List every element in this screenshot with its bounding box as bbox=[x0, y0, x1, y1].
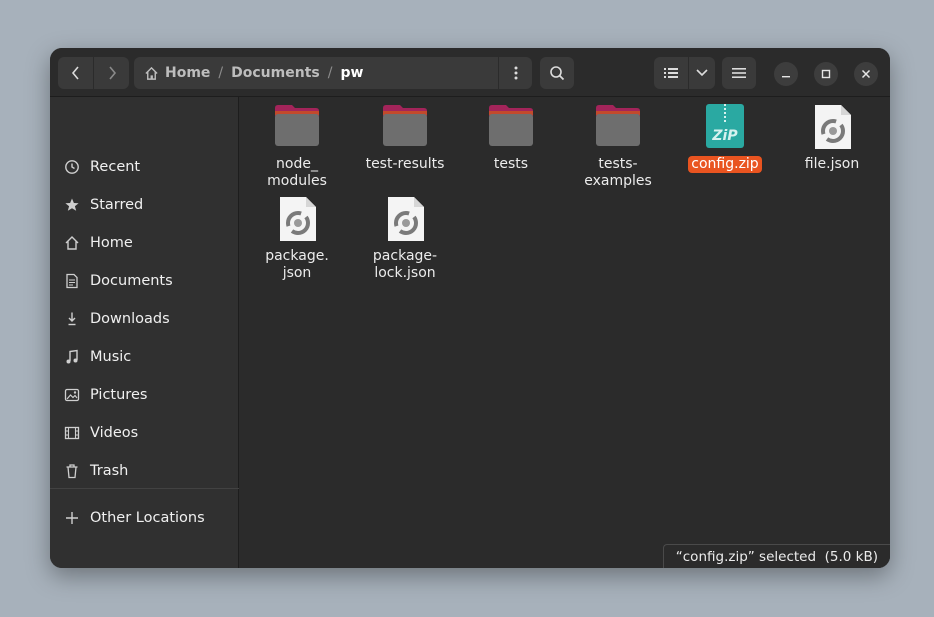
home-icon bbox=[145, 66, 158, 80]
breadcrumb-separator: / bbox=[327, 65, 333, 81]
sidebar-item-recent[interactable]: Recent bbox=[50, 148, 239, 186]
file-name: tests bbox=[493, 156, 529, 172]
search-button[interactable] bbox=[540, 57, 574, 89]
header-bar: Home / Documents / pw bbox=[50, 48, 890, 97]
search-icon bbox=[550, 66, 565, 81]
star-icon bbox=[64, 197, 80, 213]
file-name: package- lock.json bbox=[372, 248, 438, 281]
sidebar-item-label: Documents bbox=[90, 273, 173, 289]
status-bar: “config.zip” selected (5.0 kB) bbox=[662, 544, 890, 568]
sidebar-item-pictures[interactable]: Pictures bbox=[50, 376, 239, 414]
chevron-down-icon bbox=[696, 69, 708, 77]
navigation-buttons bbox=[58, 57, 129, 89]
file-item-package-lock-json[interactable]: package- lock.json bbox=[353, 196, 457, 282]
sidebar-item-music[interactable]: Music bbox=[50, 338, 239, 376]
sidebar: Recent Starred Home Documents Downloads … bbox=[50, 97, 239, 568]
file-name: node_ modules bbox=[267, 156, 327, 189]
sidebar-item-label: Home bbox=[90, 235, 133, 251]
minimize-button[interactable] bbox=[774, 62, 798, 86]
back-button[interactable] bbox=[58, 57, 93, 89]
list-view-button[interactable] bbox=[654, 57, 688, 89]
file-item-package-json[interactable]: package. json bbox=[245, 196, 349, 282]
sidebar-item-home[interactable]: Home bbox=[50, 224, 239, 262]
json-file-icon bbox=[280, 197, 316, 241]
sidebar-item-label: Trash bbox=[90, 463, 129, 479]
folder-icon bbox=[275, 105, 319, 146]
maximize-icon bbox=[821, 69, 831, 79]
breadcrumb-separator: / bbox=[218, 65, 224, 81]
file-item-tests-examples[interactable]: tests- examples bbox=[566, 104, 670, 190]
file-name: tests- examples bbox=[584, 156, 652, 189]
file-item-config-zip[interactable]: ZiP config.zip bbox=[673, 104, 777, 173]
view-options-dropdown[interactable] bbox=[689, 57, 715, 89]
sidebar-item-label: Starred bbox=[90, 197, 144, 213]
file-name: file.json bbox=[804, 156, 860, 172]
breadcrumb-documents-label: Documents bbox=[231, 65, 320, 81]
file-item-node-modules[interactable]: node_ modules bbox=[245, 104, 349, 190]
main-menu-button[interactable] bbox=[722, 57, 756, 89]
folder-icon bbox=[596, 105, 640, 146]
json-file-icon bbox=[388, 197, 424, 241]
sidebar-item-label: Pictures bbox=[90, 387, 148, 403]
breadcrumb-documents[interactable]: Documents bbox=[227, 65, 324, 81]
document-icon bbox=[64, 273, 80, 289]
sidebar-item-label: Other Locations bbox=[90, 510, 205, 526]
file-item-file-json[interactable]: file.json bbox=[780, 104, 884, 173]
file-name: test-results bbox=[365, 156, 445, 172]
sidebar-item-videos[interactable]: Videos bbox=[50, 414, 239, 452]
path-bar: Home / Documents / pw bbox=[134, 57, 532, 89]
sidebar-item-label: Downloads bbox=[90, 311, 170, 327]
music-note-icon bbox=[64, 349, 80, 365]
zip-badge: ZiP bbox=[711, 128, 738, 144]
sidebar-item-documents[interactable]: Documents bbox=[50, 262, 239, 300]
trash-icon bbox=[64, 463, 80, 479]
folder-icon bbox=[489, 105, 533, 146]
plus-icon bbox=[64, 510, 80, 526]
maximize-button[interactable] bbox=[814, 62, 838, 86]
film-icon bbox=[64, 425, 80, 441]
breadcrumb-pw[interactable]: pw bbox=[336, 65, 367, 81]
minimize-icon bbox=[782, 76, 790, 78]
chevron-left-icon bbox=[71, 66, 79, 80]
sidebar-item-label: Music bbox=[90, 349, 132, 365]
json-file-icon bbox=[815, 105, 851, 149]
file-name: package. json bbox=[265, 248, 329, 281]
file-name: config.zip bbox=[688, 156, 762, 173]
home-icon bbox=[64, 235, 80, 251]
chevron-right-icon bbox=[108, 66, 116, 80]
sidebar-item-label: Videos bbox=[90, 425, 139, 441]
sidebar-item-other-locations[interactable]: Other Locations bbox=[50, 499, 239, 537]
clock-icon bbox=[64, 159, 80, 175]
selection-status: “config.zip” selected (5.0 kB) bbox=[675, 548, 878, 565]
hamburger-menu-icon bbox=[732, 68, 746, 78]
path-menu-button[interactable] bbox=[498, 57, 532, 89]
sidebar-item-starred[interactable]: Starred bbox=[50, 186, 239, 224]
vertical-dots-icon bbox=[514, 66, 517, 80]
picture-icon bbox=[64, 387, 80, 403]
forward-button[interactable] bbox=[94, 57, 129, 89]
file-view: node_ modules test-results tests tests- … bbox=[240, 97, 890, 568]
close-button[interactable] bbox=[854, 62, 878, 86]
close-icon bbox=[861, 69, 871, 79]
sidebar-item-trash[interactable]: Trash bbox=[50, 452, 239, 490]
folder-icon bbox=[383, 105, 427, 146]
file-item-tests[interactable]: tests bbox=[459, 104, 563, 173]
breadcrumb-home-label: Home bbox=[165, 65, 211, 81]
sidebar-divider bbox=[50, 488, 239, 489]
file-item-test-results[interactable]: test-results bbox=[353, 104, 457, 173]
sidebar-item-label: Recent bbox=[90, 159, 141, 175]
download-icon bbox=[64, 311, 80, 327]
file-manager-window: Home / Documents / pw Recent Starred Hom… bbox=[50, 48, 890, 568]
breadcrumb-pw-label: pw bbox=[340, 65, 364, 81]
list-view-icon bbox=[664, 68, 678, 78]
zip-archive-icon: ZiP bbox=[706, 104, 744, 148]
breadcrumb-home[interactable]: Home bbox=[134, 65, 214, 81]
sidebar-item-downloads[interactable]: Downloads bbox=[50, 300, 239, 338]
